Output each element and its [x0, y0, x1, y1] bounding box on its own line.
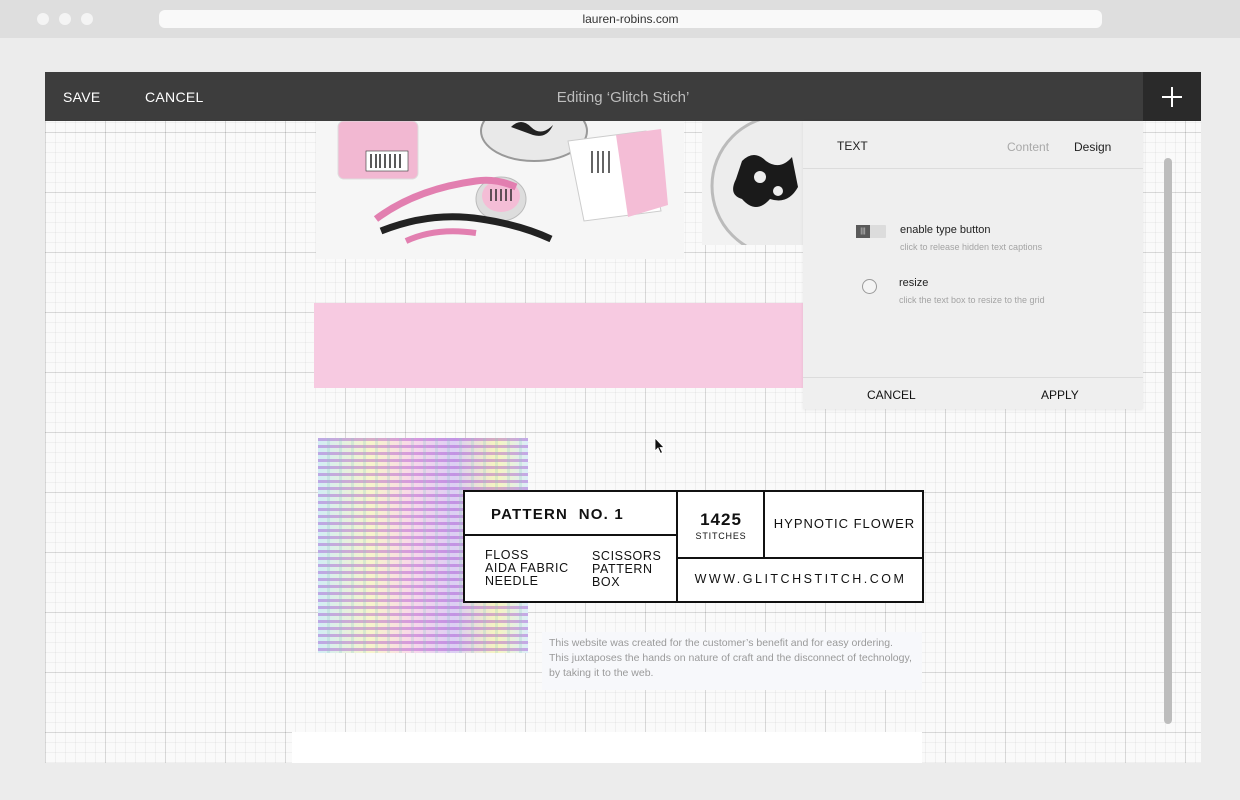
option-resize: resize click the text box to resize to t…	[899, 277, 1045, 305]
pattern-name: HYPNOTIC FLOWER	[773, 516, 916, 531]
tab-content[interactable]: Content	[1007, 140, 1049, 154]
browser-chrome: lauren-robins.com	[0, 0, 1240, 38]
toggle-knob-icon: |||	[856, 225, 870, 238]
pattern-title: PATTERN NO. 1	[491, 506, 624, 523]
window-close-dot[interactable]	[37, 13, 49, 25]
enable-type-button-toggle[interactable]: |||	[856, 225, 886, 238]
option-hint: click the text box to resize to the grid	[899, 295, 1045, 305]
pink-banner-block[interactable]	[314, 303, 806, 388]
option-hint: click to release hidden text captions	[900, 242, 1043, 252]
product-photo-embroidery-hoop[interactable]	[702, 121, 807, 245]
block-type-label: TEXT	[837, 139, 868, 153]
plus-icon-vertical	[1171, 87, 1173, 107]
page-title: Editing ‘Glitch Stich’	[556, 89, 690, 106]
add-block-button[interactable]	[1143, 72, 1201, 121]
panel-footer: CANCEL APPLY	[803, 377, 1143, 409]
block-settings-panel: TEXT Content Design ||| enable type butt…	[803, 121, 1143, 409]
editor-toolbar: SAVE CANCEL Editing ‘Glitch Stich’	[45, 72, 1201, 121]
label-divider	[465, 534, 677, 536]
editor-canvas: SAVE CANCEL Editing ‘Glitch Stich’ PATTE…	[45, 72, 1201, 763]
stitch-count: 1425 STITCHES	[677, 492, 765, 541]
stitch-count-unit: STITCHES	[695, 531, 747, 541]
label-divider	[677, 557, 924, 559]
option-enable-type-button: enable type button click to release hidd…	[900, 224, 1042, 252]
option-label: resize	[899, 277, 929, 289]
footer-block	[292, 732, 922, 763]
materials-list-right: SCISSORS PATTERN BOX	[592, 550, 661, 589]
panel-cancel-button[interactable]: CANCEL	[867, 388, 916, 402]
pattern-label-card[interactable]: PATTERN NO. 1 FLOSS AIDA FABRIC NEEDLE S…	[463, 490, 924, 603]
resize-radio[interactable]	[862, 279, 877, 294]
scrollbar[interactable]	[1164, 158, 1172, 724]
window-zoom-dot[interactable]	[81, 13, 93, 25]
materials-list-left: FLOSS AIDA FABRIC NEEDLE	[485, 549, 569, 588]
material-item: BOX	[592, 575, 621, 589]
stitch-count-value: 1425	[700, 510, 742, 529]
caption-text-block[interactable]: This website was created for the custome…	[542, 632, 922, 690]
material-item: NEEDLE	[485, 574, 539, 588]
website-text: WWW.GLITCHSTITCH.COM	[694, 572, 907, 586]
panel-header: TEXT Content Design	[803, 121, 1143, 169]
product-photo-cross-stitch-kit[interactable]	[316, 121, 684, 259]
panel-apply-button[interactable]: APPLY	[1041, 388, 1079, 402]
window-minimize-dot[interactable]	[59, 13, 71, 25]
tab-design[interactable]: Design	[1074, 140, 1111, 154]
option-label: enable type button	[900, 224, 991, 236]
address-bar[interactable]: lauren-robins.com	[159, 10, 1102, 28]
mouse-pointer-icon	[654, 437, 665, 455]
